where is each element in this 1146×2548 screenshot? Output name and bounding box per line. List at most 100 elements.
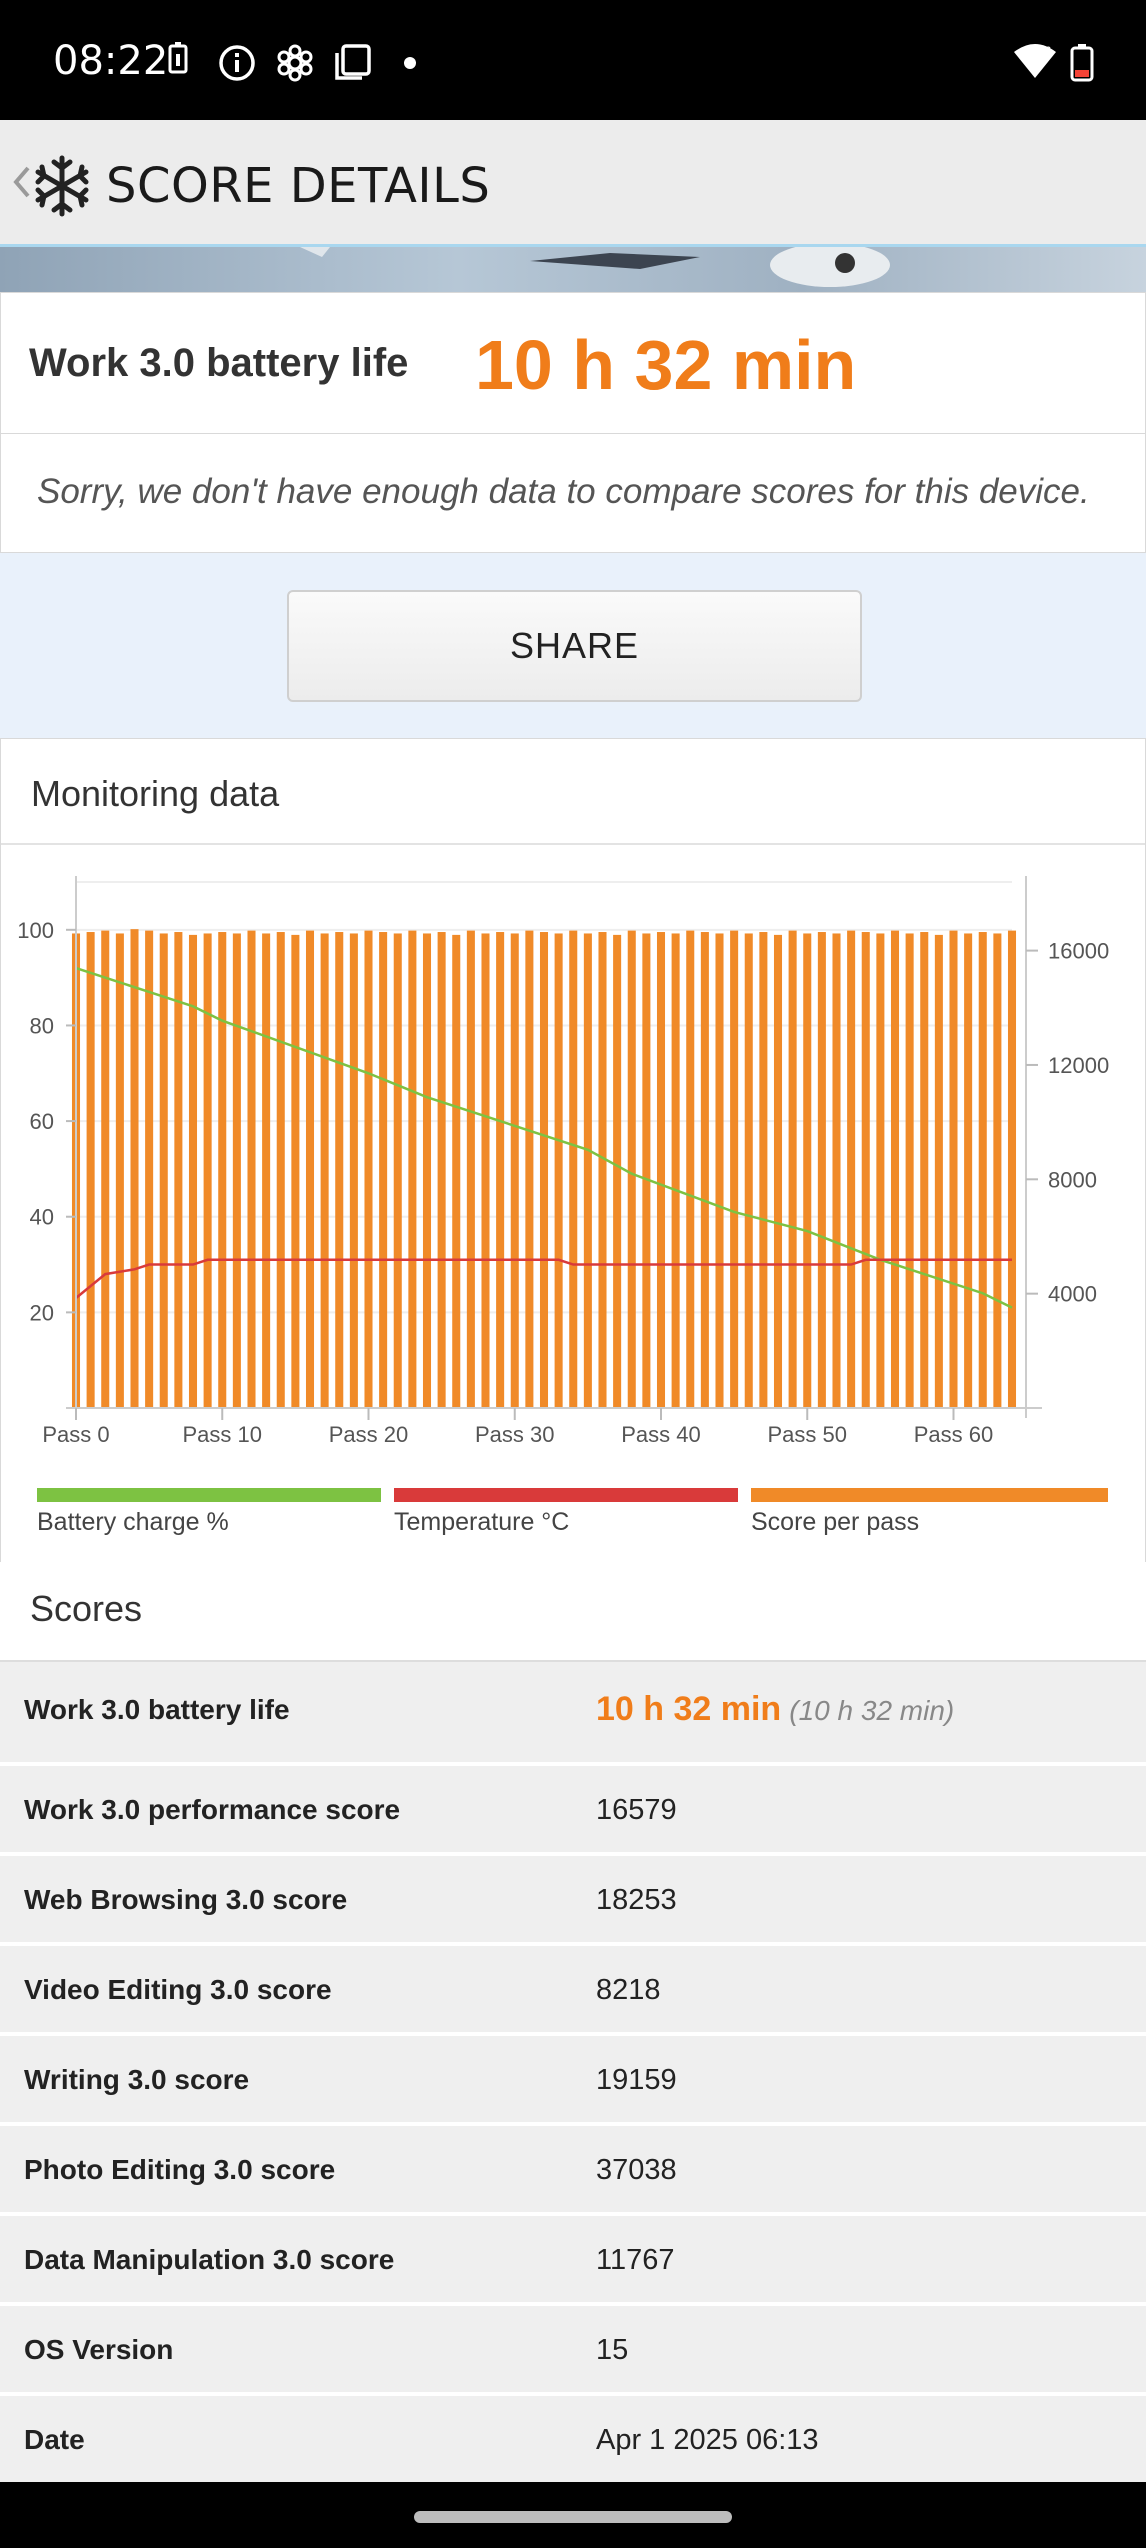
score-bar <box>86 932 95 1408</box>
score-bar <box>115 933 124 1408</box>
score-bar <box>730 930 739 1408</box>
right-tick-label: 12000 <box>1048 1053 1109 1078</box>
left-tick-label: 100 <box>17 918 54 943</box>
battery-saver-icon <box>168 42 188 74</box>
clock: 08:22 <box>53 38 169 84</box>
summary-label: Work 3.0 battery life <box>29 341 409 385</box>
score-bar <box>466 930 475 1408</box>
score-bar <box>773 934 783 1408</box>
score-bar <box>159 933 168 1408</box>
score-row: Writing 3.0 score 19159 <box>0 2036 1146 2126</box>
score-value: 16579 <box>596 1794 677 1826</box>
score-row-battery-life: Work 3.0 battery life 10 h 32 min (10 h … <box>0 1662 1146 1766</box>
scores-header: Scores <box>0 1562 1146 1662</box>
score-bar <box>101 930 110 1408</box>
x-tick-label: Pass 50 <box>768 1422 848 1447</box>
score-bar <box>262 933 271 1408</box>
dot-icon <box>404 57 416 69</box>
monitoring-title: Monitoring data <box>31 773 280 814</box>
compare-note-card: Sorry, we don't have enough data to comp… <box>0 433 1146 553</box>
score-bar <box>452 934 461 1408</box>
score-value: Apr 1 2025 06:13 <box>596 2424 819 2456</box>
score-label: Photo Editing 3.0 score <box>24 2154 336 2185</box>
scores-title: Scores <box>30 1588 143 1629</box>
score-value: 10 h 32 min (10 h 32 min) <box>596 1690 954 1729</box>
score-bar <box>1007 930 1017 1408</box>
score-label: Data Manipulation 3.0 score <box>24 2244 395 2275</box>
score-value: 18253 <box>596 1884 677 1916</box>
score-value: 19159 <box>596 2064 677 2096</box>
score-label: OS Version <box>24 2334 174 2365</box>
score-bar <box>569 930 578 1408</box>
score-bar <box>335 932 344 1408</box>
left-tick-label: 40 <box>30 1205 54 1230</box>
right-tick-label: 4000 <box>1048 1282 1097 1307</box>
score-bar <box>496 932 505 1408</box>
score-bar <box>437 932 446 1408</box>
score-value: 15 <box>596 2334 629 2366</box>
x-tick-label: Pass 40 <box>621 1422 701 1447</box>
legend-score: Score per pass <box>751 1488 1108 1538</box>
score-bar <box>232 933 241 1408</box>
score-bar <box>379 932 388 1408</box>
score-label: Work 3.0 battery life <box>24 1694 290 1725</box>
legend-swatch-battery <box>37 1488 381 1502</box>
score-bar <box>481 933 490 1408</box>
score-bar <box>817 932 826 1408</box>
score-bar <box>627 930 636 1408</box>
info-icon <box>219 45 255 81</box>
x-tick-label: Pass 20 <box>329 1422 409 1447</box>
score-bar <box>393 933 402 1408</box>
score-bar <box>642 933 651 1408</box>
app-bar: SCORE DETAILS <box>0 120 1146 247</box>
score-bar <box>305 930 315 1408</box>
score-bar <box>349 933 358 1408</box>
score-row: Work 3.0 performance score 16579 <box>0 1766 1146 1856</box>
score-bar <box>203 933 212 1408</box>
score-row: Web Browsing 3.0 score 18253 <box>0 1856 1146 1946</box>
device-illustration <box>300 247 890 287</box>
status-bar: 08:22 6 <box>0 0 1146 120</box>
score-bar <box>920 932 929 1408</box>
x-tick-label: Pass 30 <box>475 1422 555 1447</box>
home-gesture-handle[interactable] <box>414 2511 732 2523</box>
score-value: 37038 <box>596 2154 677 2186</box>
score-bar <box>759 932 768 1408</box>
share-button[interactable]: SHARE <box>287 590 862 702</box>
x-tick-label: Pass 10 <box>183 1422 263 1447</box>
legend-label-temperature: Temperature °C <box>394 1508 570 1536</box>
score-bar <box>247 930 256 1408</box>
score-bars <box>71 929 1017 1408</box>
legend-label-battery: Battery charge % <box>37 1508 229 1536</box>
score-bar <box>613 934 622 1408</box>
svg-text:6: 6 <box>1045 45 1051 57</box>
left-tick-label: 60 <box>30 1109 54 1134</box>
legend-battery: Battery charge % <box>37 1488 381 1538</box>
page-title: SCORE DETAILS <box>106 158 491 214</box>
left-tick-label: 20 <box>30 1300 54 1325</box>
score-row: Video Editing 3.0 score 8218 <box>0 1946 1146 2036</box>
score-bar <box>861 932 870 1408</box>
score-bar <box>656 932 666 1408</box>
score-bar <box>847 930 856 1408</box>
battery-life-raw: (10 h 32 min) <box>789 1695 955 1726</box>
score-label: Writing 3.0 score <box>24 2064 250 2095</box>
legend-temperature: Temperature °C <box>394 1488 738 1538</box>
score-bar <box>554 933 563 1408</box>
score-bar <box>715 933 724 1408</box>
summary-card: Work 3.0 battery life 10 h 32 min <box>0 292 1146 434</box>
wifi-icon: 6 <box>1014 44 1056 78</box>
legend-label-score: Score per pass <box>751 1508 920 1536</box>
score-bar <box>788 930 797 1408</box>
score-row: Date Apr 1 2025 06:13 <box>0 2396 1146 2482</box>
score-bar <box>934 934 943 1408</box>
left-tick-label: 80 <box>30 1013 54 1038</box>
score-row: Photo Editing 3.0 score 37038 <box>0 2126 1146 2216</box>
score-bar <box>876 933 885 1408</box>
divider <box>1 843 1145 845</box>
score-bar <box>218 932 227 1408</box>
score-bar <box>145 930 154 1408</box>
score-bar <box>832 933 841 1408</box>
score-label: Date <box>24 2424 85 2455</box>
score-row: OS Version 15 <box>0 2306 1146 2396</box>
